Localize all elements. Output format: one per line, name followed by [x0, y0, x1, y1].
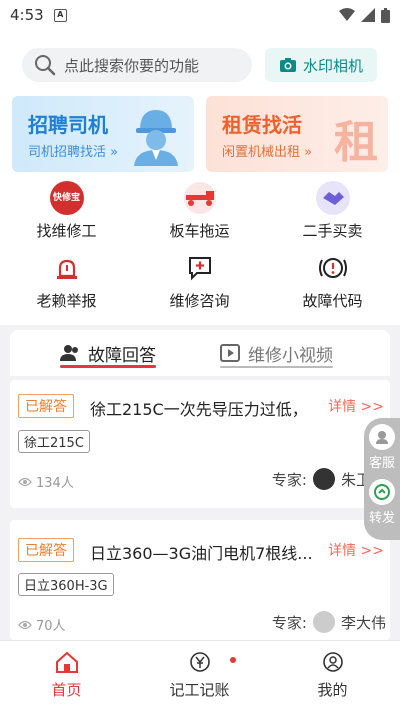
nav-label: 我的 — [317, 681, 348, 699]
tab-label: 故障回答 — [88, 345, 156, 366]
tab-label: 维修小视频 — [248, 345, 333, 366]
machine-tag: 日立360H-3G — [18, 573, 114, 596]
users-icon — [60, 345, 78, 361]
grid-label: 板车拖运 — [169, 222, 230, 240]
question-card[interactable]: 已解答 徐工215C一次先导压力过低， 详情 >> 徐工215C 134人 专家… — [10, 380, 390, 508]
notification-dot — [230, 657, 236, 663]
view-count: 70人 — [18, 615, 66, 634]
handshake-icon — [315, 181, 350, 215]
question-title: 徐工215C一次先导压力过低， — [90, 400, 308, 419]
view-count-text: 70人 — [36, 619, 66, 634]
warning-code-icon — [318, 258, 347, 278]
grid-label: 二手买卖 — [302, 222, 363, 240]
kuaixiubao-icon: 快修宝 — [49, 181, 84, 215]
content-tabs: 故障回答 维修小视频 — [10, 330, 390, 376]
expert-avatar — [312, 611, 335, 633]
eye-icon — [18, 620, 32, 629]
tab-repair-videos[interactable]: 维修小视频 — [220, 330, 333, 376]
active-tab-indicator — [60, 365, 156, 368]
share-icon[interactable] — [369, 479, 395, 505]
rental-banner[interactable]: 租赁找活 闲置机械出租 » 租 — [206, 96, 388, 172]
status-bar: 4:53 A — [0, 0, 400, 30]
tab-underline — [220, 366, 333, 368]
bottom-nav: 首页 记工记账 我的 — [0, 640, 400, 711]
details-link[interactable]: 详情 >> — [328, 396, 384, 416]
recruit-driver-banner[interactable]: 招聘司机 司机招聘找活 » — [12, 96, 194, 172]
nav-item-mine[interactable]: 我的 — [266, 651, 399, 700]
grid-label: 老赖举报 — [36, 292, 97, 310]
truck-icon — [183, 182, 216, 214]
notification-icon: A — [53, 8, 67, 22]
nav-label: 首页 — [51, 681, 82, 699]
share-label[interactable]: 转发 — [369, 507, 395, 526]
watermark-camera-label: 水印相机 — [302, 56, 363, 75]
expert-label: 专家: — [271, 613, 307, 632]
machine-tag: 徐工215C — [18, 430, 90, 453]
banner-title: 租赁找活 — [222, 113, 302, 137]
camera-icon — [279, 58, 296, 72]
grid-label: 维修咨询 — [169, 292, 230, 310]
tab-fault-answers[interactable]: 故障回答 — [60, 330, 156, 376]
clock: 4:53 — [10, 6, 44, 24]
nav-item-ledger[interactable]: 记工记账 — [133, 651, 266, 700]
floating-actions: 客服 转发 — [364, 418, 400, 540]
worker-icon — [134, 110, 178, 166]
wifi-icon — [339, 8, 355, 21]
video-icon — [220, 344, 240, 362]
search-bar[interactable]: 点此搜索你要的功能 — [22, 48, 252, 82]
view-count-text: 134人 — [36, 476, 74, 491]
chat-plus-icon — [188, 257, 211, 281]
details-link[interactable]: 详情 >> — [328, 540, 384, 560]
search-placeholder: 点此搜索你要的功能 — [64, 56, 200, 75]
grid-item-report[interactable]: 老赖举报 — [0, 250, 133, 311]
grid-item-second-hand[interactable]: 二手买卖 — [266, 180, 399, 241]
grid-item-tow[interactable]: 板车拖运 — [133, 180, 266, 241]
grid-item-fault-code[interactable]: 故障代码 — [266, 250, 399, 311]
banner-title: 招聘司机 — [28, 113, 108, 137]
grid-label: 故障代码 — [302, 292, 363, 310]
eye-icon — [18, 477, 32, 486]
banner-subtitle: 司机招聘找活 » — [28, 145, 119, 160]
signal-icon — [361, 8, 375, 22]
search-icon — [35, 55, 56, 76]
battery-icon — [381, 7, 390, 23]
banner-subtitle: 闲置机械出租 » — [222, 145, 313, 160]
expert-info: 专家: 李大伟 — [272, 611, 386, 633]
question-card[interactable]: 已解答 日立360—3G油门电机7根线... 详情 >> 日立360H-3G 7… — [10, 520, 390, 640]
top-section: 点此搜索你要的功能 水印相机 招聘司机 司机招聘找活 » 租赁找活 闲置机械出租… — [0, 30, 400, 325]
answered-badge: 已解答 — [18, 394, 74, 418]
rent-character: 租 — [334, 117, 378, 168]
expert-name: 李大伟 — [340, 613, 386, 632]
grid-item-repair[interactable]: 快修宝 找维修工 — [0, 180, 133, 241]
customer-service-label[interactable]: 客服 — [369, 452, 395, 471]
grid-label: 找维修工 — [36, 222, 97, 240]
headset-icon[interactable] — [369, 424, 395, 450]
user-icon — [322, 652, 343, 672]
watermark-camera-button[interactable]: 水印相机 — [265, 48, 377, 82]
answered-badge: 已解答 — [18, 538, 74, 562]
yuan-icon — [189, 652, 210, 672]
expert-label: 专家: — [271, 470, 307, 489]
home-icon — [55, 651, 78, 673]
nav-item-home[interactable]: 首页 — [0, 651, 133, 700]
view-count: 134人 — [18, 472, 74, 491]
grid-item-consult[interactable]: 维修咨询 — [133, 250, 266, 311]
expert-avatar — [312, 468, 335, 490]
alarm-icon — [56, 259, 77, 279]
question-title: 日立360—3G油门电机7根线... — [90, 544, 313, 563]
nav-label: 记工记账 — [169, 681, 230, 699]
